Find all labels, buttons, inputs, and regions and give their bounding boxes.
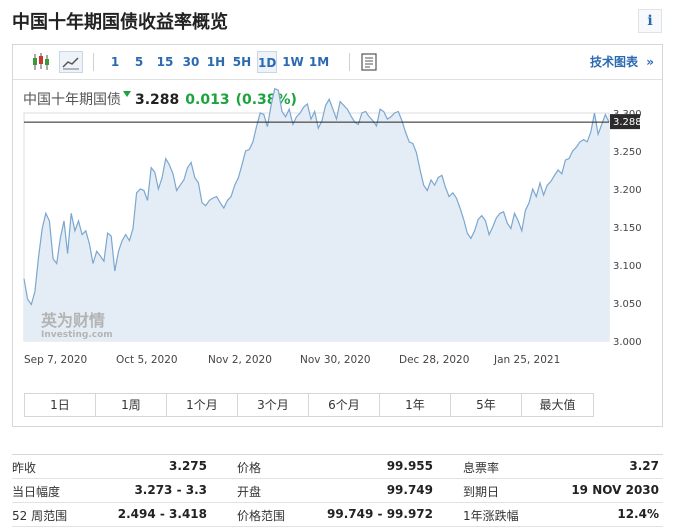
stat-label: 当日幅度 — [12, 485, 61, 499]
info-icon[interactable]: i — [638, 9, 662, 33]
y-tick-label: 3.050 — [613, 299, 642, 310]
range-button[interactable]: 1个月 — [167, 394, 238, 416]
current-price-badge: 3.288 — [610, 114, 642, 130]
range-button[interactable]: 1年 — [380, 394, 451, 416]
x-tick-label: Nov 30, 2020 — [300, 354, 371, 366]
range-button[interactable]: 5年 — [451, 394, 522, 416]
y-tick-label: 3.100 — [613, 261, 642, 272]
y-tick-label: 3.000 — [613, 337, 642, 348]
chart-panel: 1 5 15 30 1H 5H 1D 1W 1M 技术图表 » 中国十年期国债 3.288 0.01… — [12, 44, 663, 427]
stat-value: 99.749 — [386, 483, 433, 497]
stat-value: 99.955 — [386, 459, 433, 473]
stat-label: 昨收 — [12, 461, 37, 475]
stat-value: 3.275 — [169, 459, 207, 473]
range-selector: 1日 1周 1个月 3个月 6个月 1年 5年 最大值 — [24, 393, 594, 417]
stat-value: 19 NOV 2030 — [571, 483, 659, 497]
stat-value: 2.494 - 3.418 — [117, 507, 207, 521]
stat-label: 到期日 — [463, 485, 500, 499]
x-tick-label: Oct 5, 2020 — [116, 354, 178, 366]
range-button[interactable]: 最大值 — [522, 394, 593, 416]
stat-value: 3.27 — [629, 459, 659, 473]
stat-value: 99.749 - 99.972 — [327, 507, 433, 521]
stat-value: 12.4% — [617, 507, 659, 521]
range-button[interactable]: 3个月 — [238, 394, 309, 416]
x-tick-label: Sep 7, 2020 — [24, 354, 87, 366]
range-button[interactable]: 1周 — [96, 394, 167, 416]
x-tick-label: Nov 2, 2020 — [208, 354, 272, 366]
range-button[interactable]: 1日 — [25, 394, 96, 416]
stats-row: 当日幅度 3.273 - 3.3 开盘 99.749 到期日 19 NOV 2030 — [12, 479, 663, 503]
yield-chart[interactable]: 3.0003.0503.1003.1503.2003.2503.3003.288… — [13, 45, 662, 390]
stats-table: 昨收 3.275 价格 99.955 息票率 3.27 当日幅度 3.273 - 3.3 开盘 9… — [12, 454, 663, 527]
current-price-label: 3.288 — [613, 117, 642, 128]
yield-area — [24, 88, 609, 341]
x-tick-label: Dec 28, 2020 — [399, 354, 469, 366]
y-tick-label: 3.250 — [613, 147, 642, 158]
stats-row: 昨收 3.275 价格 99.955 息票率 3.27 — [12, 455, 663, 479]
watermark-en: Investing.com — [41, 330, 113, 340]
stat-label: 价格 — [237, 461, 262, 475]
stat-value: 3.273 - 3.3 — [134, 483, 207, 497]
stat-label: 52 周范围 — [12, 509, 68, 523]
stat-label: 开盘 — [237, 485, 262, 499]
stat-label: 价格范围 — [237, 509, 286, 523]
y-tick-label: 3.200 — [613, 185, 642, 196]
stat-label: 1年涨跌幅 — [463, 509, 519, 523]
watermark-cn: 英为财情 — [40, 311, 105, 330]
x-tick-label: Jan 25, 2021 — [493, 354, 560, 366]
y-tick-label: 3.150 — [613, 223, 642, 234]
stat-label: 息票率 — [463, 461, 500, 475]
stats-row: 52 周范围 2.494 - 3.418 价格范围 99.749 - 99.972 1年… — [12, 503, 663, 527]
page-title: 中国十年期国债收益率概览 — [12, 12, 228, 33]
range-button[interactable]: 6个月 — [309, 394, 380, 416]
